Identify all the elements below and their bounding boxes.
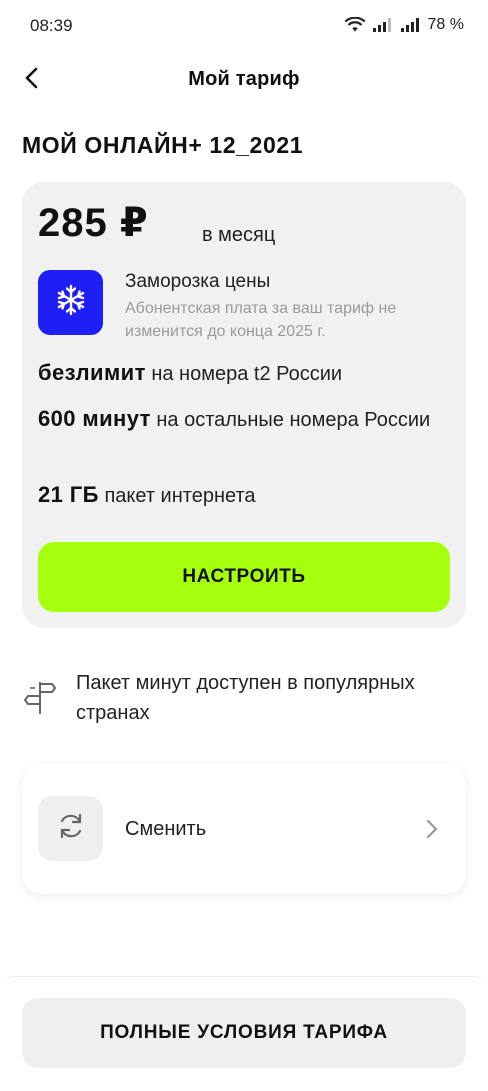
note-text: Пакет минут доступен в популярных страна… bbox=[76, 672, 415, 724]
signal-icon bbox=[372, 17, 394, 33]
signal-icon bbox=[400, 17, 422, 33]
freeze-description: Абонентская плата за ваш тариф не измени… bbox=[125, 300, 397, 340]
feature-text: пакет интернета bbox=[104, 485, 256, 507]
change-plan-label: Сменить bbox=[125, 818, 207, 840]
full-terms-button[interactable]: ПОЛНЫЕ УСЛОВИЯ ТАРИФА bbox=[22, 998, 466, 1068]
snowflake-icon bbox=[54, 283, 88, 322]
page-title: Мой тариф bbox=[188, 68, 300, 90]
feature-internet: 21 ГБ пакет интернета bbox=[38, 480, 448, 511]
freeze-title: Заморозка цены bbox=[125, 271, 271, 292]
plan-name: МОЙ ОНЛАЙН+ 12_2021 bbox=[22, 132, 304, 158]
refresh-icon bbox=[56, 811, 86, 846]
feature-bold: 21 ГБ bbox=[38, 482, 99, 507]
battery-text: 78 % bbox=[427, 16, 464, 33]
feature-text: на остальные номера России bbox=[156, 409, 431, 431]
change-icon-box bbox=[38, 796, 103, 861]
feature-bold: 600 минут bbox=[38, 406, 151, 431]
plan-price: 285 ₽ bbox=[38, 201, 149, 245]
wifi-icon bbox=[344, 17, 366, 33]
feature-text: на номера t2 России bbox=[151, 363, 343, 385]
status-time: 08:39 bbox=[30, 16, 73, 35]
feature-unlimited: безлимит на номера t2 России bbox=[38, 358, 448, 389]
feature-minutes: 600 минут на остальные номера России bbox=[38, 404, 448, 435]
signpost-icon bbox=[22, 676, 56, 716]
status-icons: 78 % bbox=[344, 16, 464, 34]
feature-bold: безлимит bbox=[38, 360, 146, 385]
price-freeze-badge bbox=[38, 270, 103, 335]
configure-button[interactable]: НАСТРОИТЬ bbox=[38, 542, 450, 612]
price-unit: в месяц bbox=[202, 224, 276, 246]
chevron-right-icon bbox=[420, 814, 444, 844]
